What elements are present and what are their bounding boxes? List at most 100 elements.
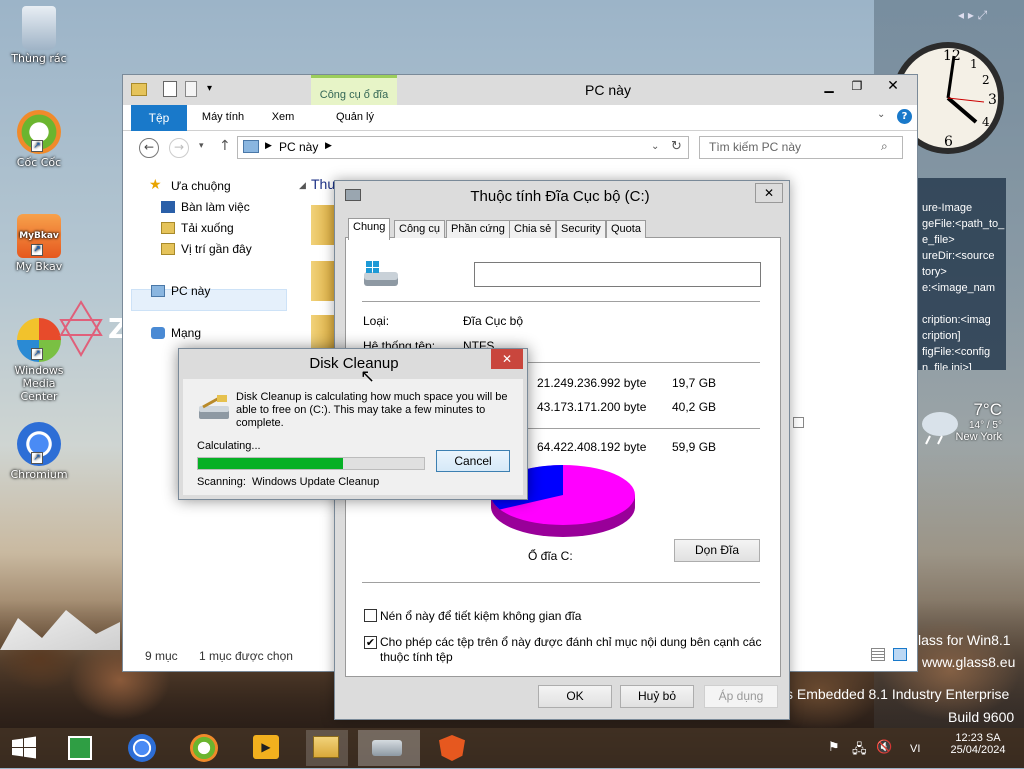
type-label: Loại: [363, 314, 390, 328]
volume-muted-icon[interactable]: 🔇 [876, 740, 892, 755]
svg-text:4: 4 [982, 115, 990, 129]
desktop-icon-mybkav[interactable]: MyBkav ↗ My Bkav [4, 214, 74, 273]
back-icon[interactable]: ← [139, 138, 159, 158]
cancel-button[interactable]: Huỷ bỏ [620, 685, 694, 708]
taskbar-cleanup-icon[interactable] [358, 730, 420, 766]
weather-gadget[interactable]: 7°C 14° / 5° New York [956, 400, 1002, 443]
context-tab-drive-tools[interactable]: Công cụ ổ đĩa [311, 75, 397, 105]
large-icons-view-icon[interactable] [893, 648, 907, 661]
ribbon-tab-computer[interactable]: Máy tính [193, 111, 253, 123]
desktop-icon-label: Windows Media Center [14, 364, 64, 403]
language-indicator[interactable]: VI [910, 743, 920, 755]
ok-button[interactable]: OK [538, 685, 612, 708]
taskbar-explorer-icon[interactable] [306, 730, 348, 766]
start-button[interactable] [6, 730, 42, 766]
breadcrumb-arrow-icon[interactable]: ▶ [325, 141, 332, 151]
nav-favorites[interactable]: Ưa chuộng [171, 179, 231, 193]
svg-text:6: 6 [944, 134, 953, 150]
refresh-icon[interactable]: ↻ [671, 139, 682, 154]
nav-network[interactable]: Mạng [171, 326, 201, 340]
divider [362, 301, 760, 302]
ribbon-tab-manage[interactable]: Quản lý [323, 111, 387, 123]
build-watermark: Build 9600 [948, 709, 1015, 725]
up-icon[interactable]: ↑ [219, 138, 231, 154]
notes-gadget[interactable]: ure-Image geFile:<path_to_ e_file> ureDir:<… [918, 178, 1006, 370]
weather-range: 14° / 5° [968, 420, 1002, 431]
notes-line: e:<image_nam [922, 282, 996, 294]
taskbar-store-icon[interactable] [62, 730, 98, 766]
close-button[interactable]: ✕ [871, 77, 915, 97]
search-icon[interactable]: ⌕ [881, 139, 888, 154]
nav-recent[interactable]: Vị trí gần đây [181, 242, 252, 256]
explorer-titlebar [123, 75, 917, 105]
taskbar-coccoc-icon[interactable] [186, 730, 222, 766]
properties-title: Thuộc tính Đĩa Cục bộ (C:) [470, 188, 650, 205]
help-icon[interactable]: ? [897, 109, 912, 124]
group-header[interactable]: Thư [311, 176, 337, 192]
shortcut-arrow-icon: ↗ [31, 452, 43, 464]
close-button[interactable]: ✕ [755, 183, 783, 203]
weather-city: New York [955, 431, 1002, 443]
network-icon [151, 327, 165, 339]
desktop-icon-recycle-bin[interactable]: Thùng rác [4, 6, 74, 65]
tab-security[interactable]: Security [556, 220, 606, 238]
ribbon-expand-icon[interactable]: ⌄ [877, 109, 885, 120]
compress-checkbox[interactable] [364, 609, 377, 622]
notes-line: ure-Image [922, 202, 973, 214]
new-folder-quick-icon[interactable] [185, 81, 197, 97]
notes-line: cription] [922, 330, 961, 342]
divider [362, 582, 760, 583]
nav-desktop[interactable]: Bàn làm việc [181, 200, 250, 214]
cleanup-title: Disk Cleanup [309, 355, 399, 372]
desktop-icon-label: Cốc Cốc [16, 156, 62, 169]
nav-this-pc[interactable]: PC này [171, 284, 210, 298]
taskbar-media-icon[interactable]: ▶ [248, 730, 284, 766]
notes-line [922, 296, 1002, 312]
type-value: Đĩa Cục bộ [463, 314, 524, 328]
free-gb: 40,2 GB [672, 400, 717, 414]
checkbox-select[interactable] [793, 417, 804, 428]
tab-hardware[interactable]: Phần cứng [446, 220, 510, 238]
properties-quick-icon[interactable] [163, 81, 177, 97]
drive-name-input[interactable] [474, 262, 761, 287]
ribbon-tab-view[interactable]: Xem [263, 111, 303, 123]
notes-line: e_file> [922, 234, 955, 246]
quick-access-dropdown-icon[interactable]: ▾ [207, 83, 212, 94]
desktop-icon-coccoc[interactable]: ↗ Cốc Cốc [4, 110, 74, 169]
nav-downloads[interactable]: Tải xuống [181, 221, 234, 235]
taskbar-bkav-icon[interactable] [434, 730, 470, 766]
ribbon-tab-file[interactable]: Tệp [131, 105, 187, 131]
tab-sharing[interactable]: Chia sẻ [509, 220, 557, 238]
capacity-bytes: 64.422.408.192 byte [537, 440, 647, 454]
desktop-icon-chromium[interactable]: ↗ Chromium [4, 422, 74, 481]
cleanup-message: Disk Cleanup is calculating how much spa… [236, 391, 508, 429]
collapse-icon[interactable]: ◢ [299, 181, 306, 191]
close-button[interactable]: ✕ [491, 349, 523, 369]
tray-clock[interactable]: 12:23 SA 25/04/2024 [948, 732, 1008, 756]
address-text[interactable]: PC này [279, 140, 318, 154]
maximize-button[interactable]: ❐ [845, 77, 869, 97]
breadcrumb-arrow-icon[interactable]: ▶ [265, 141, 272, 151]
gadget-nav-arrows[interactable]: ◂ ▸ ⤢ [958, 8, 987, 23]
apply-button[interactable]: Áp dụng [704, 685, 778, 708]
used-bytes: 21.249.236.992 byte [537, 376, 647, 390]
minimize-button[interactable]: ▁ [817, 77, 841, 97]
details-view-icon[interactable] [871, 648, 885, 661]
address-dropdown-icon[interactable]: ⌄ [651, 141, 659, 152]
compress-label: Nén ổ này để tiết kiệm không gian đĩa [380, 609, 582, 623]
shortcut-arrow-icon: ↗ [31, 140, 43, 152]
disk-cleanup-icon [197, 395, 231, 421]
tab-general[interactable]: Chung [348, 218, 391, 240]
index-checkbox[interactable]: ✔ [364, 636, 377, 649]
tab-tools[interactable]: Công cụ [394, 220, 445, 238]
recent-locations-icon[interactable]: ▾ [199, 141, 204, 151]
network-tray-icon[interactable]: 🖧 [852, 740, 867, 762]
action-center-flag-icon[interactable]: ⚑ [828, 740, 840, 755]
cleanup-cancel-button[interactable]: Cancel [436, 450, 510, 472]
taskbar-chromium-icon[interactable] [124, 730, 160, 766]
forward-icon[interactable]: → [169, 138, 189, 158]
search-placeholder: Tìm kiếm PC này [709, 140, 802, 154]
scanning-value: Windows Update Cleanup [252, 476, 380, 488]
tab-quota[interactable]: Quota [606, 220, 646, 238]
disk-cleanup-button[interactable]: Dọn Đĩa [674, 539, 760, 562]
